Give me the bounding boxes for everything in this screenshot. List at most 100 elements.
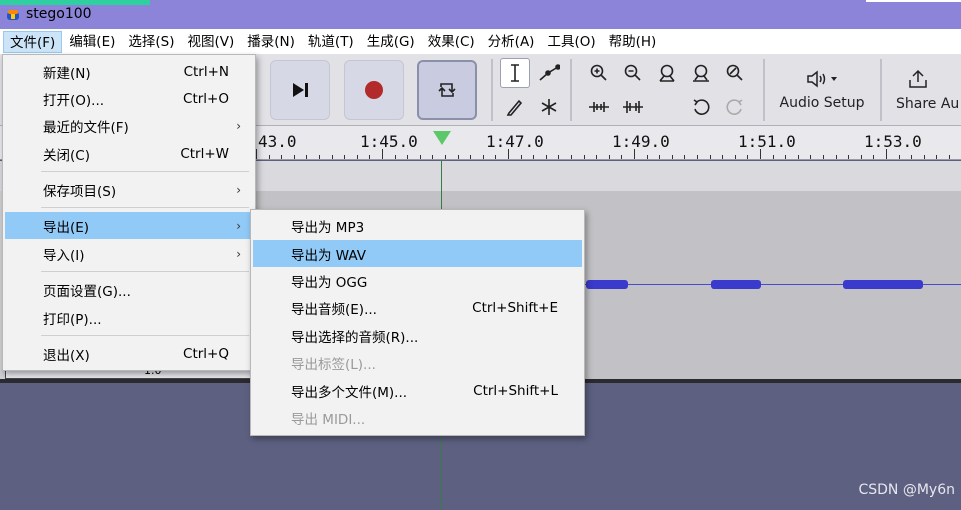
selection-tool[interactable] <box>500 58 530 88</box>
skip-end-button[interactable] <box>270 60 330 120</box>
menu-item-export-mp3[interactable]: 导出为 MP3 <box>253 212 582 239</box>
ruler-tick <box>432 155 433 159</box>
loop-button[interactable] <box>417 60 477 120</box>
menu-generate[interactable]: 生成(G) <box>361 31 421 53</box>
menu-item-label: 导出 MIDI... <box>291 411 366 428</box>
ruler-tick <box>760 149 761 159</box>
ruler-label: 43.0 <box>258 132 297 151</box>
fit-selection-button[interactable] <box>652 58 682 88</box>
menu-view[interactable]: 视图(V) <box>182 31 241 53</box>
export-submenu: 导出为 MP3 导出为 WAV 导出为 OGG 导出音频(E)... Ctrl+… <box>250 209 585 436</box>
menu-item-label: 页面设置(G)... <box>43 283 131 300</box>
record-button[interactable] <box>344 60 404 120</box>
multi-tool[interactable] <box>534 92 564 122</box>
menu-tracks[interactable]: 轨道(T) <box>302 31 360 53</box>
ruler-label: 1:45.0 <box>360 132 418 151</box>
menu-item-shortcut: Ctrl+W <box>180 145 229 162</box>
menu-effect[interactable]: 效果(C) <box>422 31 481 53</box>
menu-analyze[interactable]: 分析(A) <box>482 31 541 53</box>
share-icon <box>909 69 927 88</box>
menu-item-export-audio[interactable]: 导出音频(E)... Ctrl+Shift+E <box>253 294 582 321</box>
zoom-in-button[interactable] <box>584 58 614 88</box>
menu-item-label: 导入(I) <box>43 247 85 264</box>
fit-project-button[interactable] <box>686 58 716 88</box>
share-audio-label: Share Au <box>896 96 960 112</box>
zoom-toggle-button[interactable] <box>720 58 750 88</box>
menu-item-label: 关闭(C) <box>43 147 90 164</box>
ruler-tick <box>747 155 748 159</box>
ruler-tick <box>458 155 459 159</box>
menu-item-close[interactable]: 关闭(C) Ctrl+W <box>5 140 253 167</box>
ruler-tick <box>571 155 572 159</box>
draw-tool[interactable] <box>500 92 530 122</box>
silence-button[interactable] <box>618 92 648 122</box>
ruler-tick <box>798 155 799 159</box>
playhead-marker-icon[interactable] <box>433 131 451 145</box>
menu-item-shortcut: Ctrl+O <box>183 90 229 107</box>
ruler-tick <box>281 155 282 159</box>
ruler-label: 1:53.0 <box>864 132 922 151</box>
share-audio-button[interactable]: Share Au <box>890 58 961 122</box>
ruler-tick <box>684 155 685 159</box>
menu-separator <box>41 335 249 336</box>
ruler-tick <box>470 155 471 159</box>
ruler-label: 1:49.0 <box>612 132 670 151</box>
envelope-tool[interactable] <box>534 58 564 88</box>
menu-tools[interactable]: 工具(O) <box>541 31 601 53</box>
menu-item-label: 导出(E) <box>43 219 90 236</box>
submenu-arrow-icon: › <box>236 182 241 197</box>
ruler-tick <box>672 155 673 159</box>
menu-item-shortcut: Ctrl+Shift+L <box>473 382 558 399</box>
menu-item-recent-files[interactable]: 最近的文件(F) › <box>5 112 253 139</box>
zoom-fit-project-icon <box>693 64 709 82</box>
redo-button[interactable] <box>720 92 750 122</box>
undo-button[interactable] <box>686 92 716 122</box>
audio-setup-button[interactable]: Audio Setup <box>772 58 872 122</box>
ruler-tick <box>269 155 270 159</box>
envelope-icon <box>539 64 560 81</box>
menu-edit[interactable]: 编辑(E) <box>63 31 121 53</box>
menu-item-label: 导出标签(L)... <box>291 356 376 373</box>
ruler-tick <box>584 155 585 159</box>
menu-help[interactable]: 帮助(H) <box>603 31 663 53</box>
menu-item-print[interactable]: 打印(P)... <box>5 304 253 331</box>
menu-item-export[interactable]: 导出(E) › <box>5 212 253 239</box>
menu-item-open[interactable]: 打开(O)... Ctrl+O <box>5 85 253 112</box>
menu-item-import[interactable]: 导入(I) › <box>5 240 253 267</box>
menu-item-label: 打开(O)... <box>43 92 105 109</box>
menu-file[interactable]: 文件(F) <box>3 30 63 53</box>
ruler-tick <box>369 155 370 159</box>
ruler-tick <box>697 155 698 159</box>
ruler-tick <box>609 155 610 159</box>
menu-item-page-setup[interactable]: 页面设置(G)... <box>5 276 253 303</box>
toolbar-separator <box>570 59 572 121</box>
ruler-tick <box>533 155 534 159</box>
menu-item-label: 最近的文件(F) <box>43 119 129 136</box>
ruler-tick <box>634 149 635 159</box>
ruler-tick <box>357 155 358 159</box>
menu-select[interactable]: 选择(S) <box>122 31 180 53</box>
menu-item-label: 导出音频(E)... <box>291 301 377 318</box>
submenu-arrow-icon: › <box>236 246 241 261</box>
ruler-tick <box>785 155 786 159</box>
menu-item-export-wav[interactable]: 导出为 WAV <box>253 240 582 267</box>
zoom-out-button[interactable] <box>618 58 648 88</box>
ruler-tick <box>407 155 408 159</box>
watermark: CSDN @My6n <box>858 482 955 498</box>
menu-item-exit[interactable]: 退出(X) Ctrl+Q <box>5 340 253 367</box>
menu-transport[interactable]: 播录(N) <box>241 31 301 53</box>
menu-separator <box>41 207 249 208</box>
menu-item-export-multiple[interactable]: 导出多个文件(M)... Ctrl+Shift+L <box>253 377 582 404</box>
menu-item-export-selected-audio[interactable]: 导出选择的音频(R)... <box>253 322 582 349</box>
menu-item-save-project[interactable]: 保存项目(S) › <box>5 176 253 203</box>
window-title: stego100 <box>26 6 92 22</box>
menu-item-export-ogg[interactable]: 导出为 OGG <box>253 267 582 294</box>
ruler-tick <box>445 155 446 159</box>
menu-item-new[interactable]: 新建(N) Ctrl+N <box>5 58 253 85</box>
menu-separator <box>41 271 249 272</box>
submenu-arrow-icon: › <box>236 118 241 133</box>
waveform-segment <box>586 280 628 289</box>
ruler-tick <box>621 155 622 159</box>
trim-button[interactable] <box>584 92 614 122</box>
menu-item-label: 导出选择的音频(R)... <box>291 329 419 346</box>
